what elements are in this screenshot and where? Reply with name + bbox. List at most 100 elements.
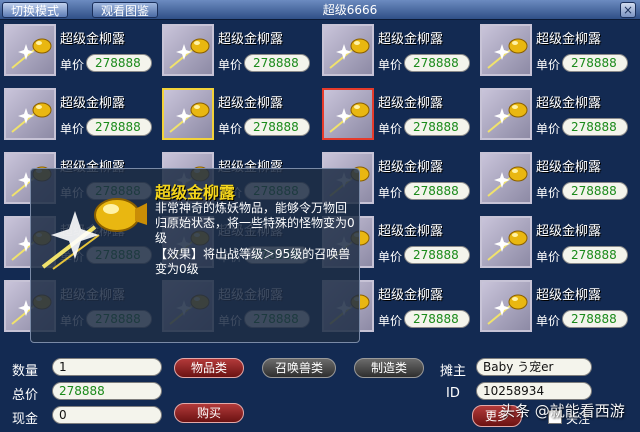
price-field: 278888	[404, 118, 470, 136]
price-field: 278888	[562, 182, 628, 200]
price-field: 278888	[562, 54, 628, 72]
price-label: 单价	[218, 122, 243, 136]
golden-willow-dew-icon	[329, 38, 370, 69]
item-thumbnail[interactable]	[322, 24, 374, 76]
close-button[interactable]: ×	[620, 2, 636, 18]
item-slot[interactable]: 超级金柳露单价278888	[320, 22, 478, 86]
golden-willow-dew-icon	[11, 38, 52, 69]
item-slot[interactable]: 超级金柳露单价278888	[2, 86, 160, 150]
item-name: 超级金柳露	[378, 96, 444, 111]
price-field: 278888	[404, 182, 470, 200]
golden-willow-dew-icon	[329, 102, 370, 133]
quantity-label: 数量	[12, 364, 39, 379]
switch-mode-button[interactable]: 切换模式	[2, 2, 69, 18]
item-name: 超级金柳露	[378, 224, 444, 239]
item-thumbnail[interactable]	[322, 88, 374, 140]
watermark: 头条 @就能看西游	[500, 402, 625, 420]
cash-label: 现金	[12, 412, 39, 427]
price-label: 单价	[60, 122, 85, 136]
item-thumbnail[interactable]	[162, 24, 214, 76]
item-slot[interactable]: 超级金柳露单价278888	[478, 278, 636, 342]
golden-willow-dew-icon	[487, 230, 528, 261]
golden-willow-dew-icon	[41, 198, 147, 270]
price-field: 278888	[244, 54, 310, 72]
price-field: 278888	[562, 310, 628, 328]
price-field: 278888	[86, 118, 152, 136]
price-field: 278888	[244, 118, 310, 136]
price-field: 278888	[404, 246, 470, 264]
buy-button[interactable]: 购买	[174, 403, 244, 423]
item-name: 超级金柳露	[536, 224, 602, 239]
id-field: 10258934	[476, 382, 592, 400]
item-thumbnail[interactable]	[480, 152, 532, 204]
price-label: 单价	[218, 58, 243, 72]
tooltip-description: 非常神奇的炼妖物品，能够令万物回归原始状态，将一些特殊的怪物变为0级	[155, 201, 355, 245]
view-gallery-button[interactable]: 观看图鉴	[92, 2, 159, 18]
item-slot[interactable]: 超级金柳露单价278888	[478, 86, 636, 150]
price-label: 单价	[378, 250, 403, 264]
item-name: 超级金柳露	[378, 160, 444, 175]
golden-willow-dew-icon	[487, 102, 528, 133]
item-slot[interactable]: 超级金柳露单价278888	[160, 22, 318, 86]
price-label: 单价	[378, 314, 403, 328]
item-name: 超级金柳露	[536, 160, 602, 175]
item-thumbnail[interactable]	[480, 24, 532, 76]
item-name: 超级金柳露	[536, 288, 602, 303]
item-thumbnail[interactable]	[480, 88, 532, 140]
item-slot[interactable]: 超级金柳露单价278888	[478, 214, 636, 278]
item-name: 超级金柳露	[378, 32, 444, 47]
golden-willow-dew-icon	[487, 166, 528, 197]
price-field: 278888	[562, 246, 628, 264]
item-thumbnail[interactable]	[480, 280, 532, 332]
item-slot[interactable]: 超级金柳露单价278888	[478, 22, 636, 86]
item-thumbnail[interactable]	[162, 88, 214, 140]
golden-willow-dew-icon	[169, 102, 210, 133]
price-field: 278888	[404, 310, 470, 328]
id-label: ID	[446, 386, 460, 401]
item-thumbnail[interactable]	[480, 216, 532, 268]
item-slot[interactable]: 超级金柳露单价278888	[160, 86, 318, 150]
price-label: 单价	[536, 122, 561, 136]
item-name: 超级金柳露	[60, 96, 126, 111]
price-label: 单价	[536, 58, 561, 72]
item-thumbnail[interactable]	[4, 24, 56, 76]
seller-label: 摊主	[440, 364, 467, 379]
item-slot[interactable]: 超级金柳露单价278888	[478, 150, 636, 214]
price-label: 单价	[536, 314, 561, 328]
window-title: 超级6666	[322, 3, 378, 17]
category-crafting-button[interactable]: 制造类	[354, 358, 424, 378]
tooltip-effect: 【效果】将出战等级＞95级的召唤兽变为0级	[155, 247, 351, 276]
price-label: 单价	[378, 58, 403, 72]
golden-willow-dew-icon	[487, 294, 528, 325]
item-tooltip: 超级金柳露 非常神奇的炼妖物品，能够令万物回归原始状态，将一些特殊的怪物变为0级…	[30, 168, 360, 343]
title-bar: 切换模式 观看图鉴 超级6666 ×	[0, 0, 640, 20]
category-pets-button[interactable]: 召唤兽类	[262, 358, 336, 378]
price-label: 单价	[378, 122, 403, 136]
item-slot[interactable]: 超级金柳露单价278888	[320, 86, 478, 150]
item-name: 超级金柳露	[218, 32, 284, 47]
price-field: 278888	[86, 54, 152, 72]
item-name: 超级金柳露	[536, 96, 602, 111]
category-items-button[interactable]: 物品类	[174, 358, 244, 378]
price-label: 单价	[536, 186, 561, 200]
total-field: 278888	[52, 382, 162, 400]
seller-field: Baby う宠er	[476, 358, 592, 376]
item-name: 超级金柳露	[60, 32, 126, 47]
price-field: 278888	[562, 118, 628, 136]
price-label: 单价	[60, 58, 85, 72]
price-label: 单价	[536, 250, 561, 264]
item-name: 超级金柳露	[218, 96, 284, 111]
price-label: 单价	[378, 186, 403, 200]
item-slot[interactable]: 超级金柳露单价278888	[2, 22, 160, 86]
golden-willow-dew-icon	[487, 38, 528, 69]
golden-willow-dew-icon	[169, 38, 210, 69]
total-label: 总价	[12, 388, 39, 403]
golden-willow-dew-icon	[11, 102, 52, 133]
item-name: 超级金柳露	[378, 288, 444, 303]
quantity-input[interactable]: 1	[52, 358, 162, 376]
item-thumbnail[interactable]	[4, 88, 56, 140]
tooltip-title: 超级金柳露	[155, 183, 236, 202]
price-field: 278888	[404, 54, 470, 72]
cash-field: 0	[52, 406, 162, 424]
item-name: 超级金柳露	[536, 32, 602, 47]
